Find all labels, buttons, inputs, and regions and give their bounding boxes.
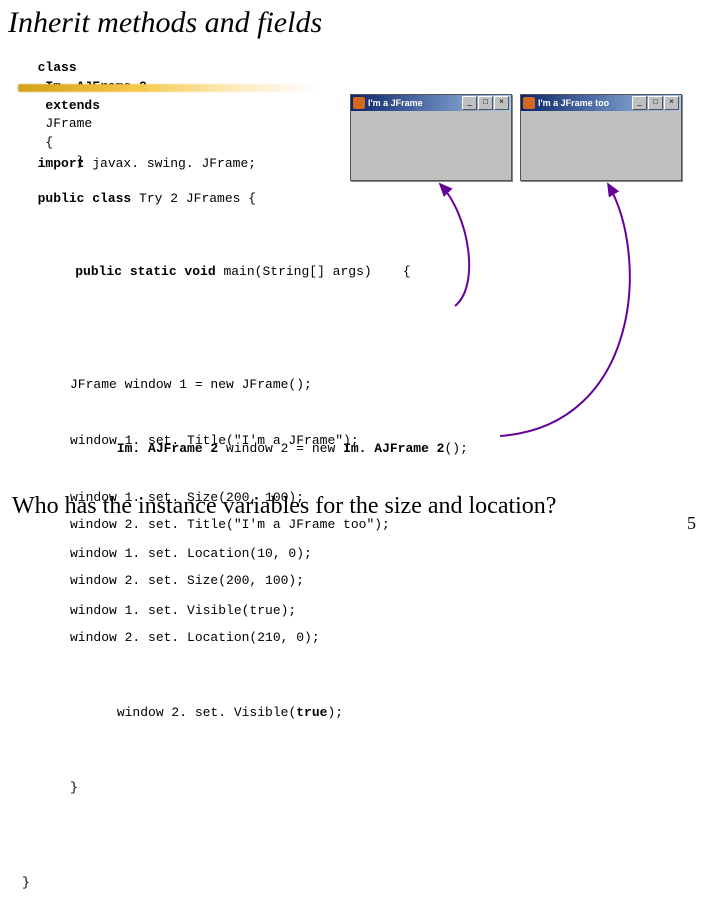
window-title: I'm a JFrame too [538, 98, 632, 108]
txt: (); [444, 441, 467, 456]
titlebar: I'm a JFrame _ □ × [351, 95, 511, 111]
txt: window 2 = new [218, 441, 343, 456]
maximize-button[interactable]: □ [478, 96, 493, 110]
page-number: 5 [687, 513, 696, 534]
close-button[interactable]: × [494, 96, 509, 110]
code-line: window 2. set. Size(200, 100); [70, 572, 468, 591]
import-path: javax. swing. JFrame; [84, 156, 256, 171]
parent-class: JFrame [45, 116, 92, 131]
window-title: I'm a JFrame [368, 98, 462, 108]
minimize-button[interactable]: _ [462, 96, 477, 110]
public-class-line: public class Try 2 JFrames { [22, 171, 256, 209]
txt: ); [327, 705, 343, 720]
window-buttons: _ □ × [632, 96, 679, 110]
window-buttons: _ □ × [462, 96, 509, 110]
close-brace-outer: } [22, 874, 468, 893]
java-icon [523, 97, 535, 109]
jframe-window-1: I'm a JFrame _ □ × [350, 94, 512, 181]
highlight-underline [18, 84, 318, 92]
kw-import: import [38, 156, 85, 171]
code-line: Im. AJFrame 2 window 2 = new Im. AJFrame… [70, 421, 468, 478]
second-block: Im. AJFrame 2 window 2 = new Im. AJFrame… [44, 346, 468, 911]
ctor-name: Im. AJFrame 2 [343, 441, 444, 456]
kw-extends: extends [45, 98, 100, 113]
type-name: Im. AJFrame 2 [117, 441, 218, 456]
main-sig-rest: main(String[] args) [216, 264, 372, 279]
kw-class: class [38, 60, 77, 75]
footer-question: Who has the instance variables for the s… [12, 493, 556, 520]
maximize-button[interactable]: □ [648, 96, 663, 110]
close-button[interactable]: × [664, 96, 679, 110]
code-line: window 2. set. Visible(true); [70, 685, 468, 742]
class-rest: Try 2 JFrames { [131, 191, 256, 206]
slide-title: Inherit methods and fields [8, 6, 720, 40]
arrow-to-window1 [440, 184, 469, 306]
java-icon [353, 97, 365, 109]
titlebar: I'm a JFrame too _ □ × [521, 95, 681, 111]
arrow-to-window2 [500, 184, 630, 436]
import-statement: import javax. swing. JFrame; [22, 136, 256, 174]
txt: window 2. set. Visible( [117, 705, 296, 720]
kw-main-sig: public static void [75, 264, 215, 279]
kw-public-class: public class [38, 191, 132, 206]
code-line: window 2. set. Location(210, 0); [70, 629, 468, 648]
kw-true: true [296, 705, 327, 720]
close-brace-inner: } [70, 779, 468, 798]
minimize-button[interactable]: _ [632, 96, 647, 110]
main-brace: { [403, 264, 411, 279]
jframe-window-2: I'm a JFrame too _ □ × [520, 94, 682, 181]
